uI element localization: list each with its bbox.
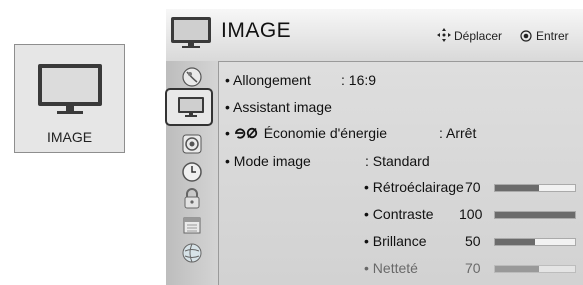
backlight-slider[interactable] bbox=[494, 184, 576, 192]
clock-icon[interactable] bbox=[181, 161, 203, 183]
move-hint: Déplacer bbox=[454, 29, 503, 43]
lock-icon[interactable] bbox=[181, 187, 203, 209]
brightness-slider[interactable] bbox=[494, 238, 576, 246]
setting-contrast[interactable]: • Contraste bbox=[364, 206, 434, 222]
image-thumbnail[interactable]: IMAGE bbox=[14, 44, 125, 153]
speaker-icon[interactable] bbox=[181, 133, 203, 155]
sharpness-value: 70 bbox=[465, 260, 481, 276]
setting-brightness[interactable]: • Brillance bbox=[364, 233, 427, 249]
setting-label: Rétroéclairage bbox=[372, 179, 464, 195]
slider-fill bbox=[495, 185, 539, 191]
eco-logo bbox=[234, 127, 257, 139]
brightness-value: 50 bbox=[465, 233, 481, 249]
setting-energy-saving-value: : Arrêt bbox=[439, 125, 477, 141]
bullet: • bbox=[364, 260, 373, 276]
globe-icon[interactable] bbox=[181, 242, 203, 264]
page-title: IMAGE bbox=[221, 19, 292, 42]
setting-label: Allongement bbox=[233, 72, 311, 88]
setting-picture-mode-value: : Standard bbox=[365, 153, 430, 169]
tv-icon bbox=[171, 17, 211, 48]
contrast-value: 100 bbox=[459, 206, 483, 222]
setting-aspect-ratio-value: : 16:9 bbox=[341, 72, 377, 88]
setting-picture-wizard[interactable]: • Assistant image bbox=[225, 99, 332, 115]
setting-label: Netteté bbox=[372, 260, 418, 276]
satellite-dish-icon[interactable] bbox=[181, 66, 203, 88]
slider-fill bbox=[495, 239, 535, 245]
backlight-value: 70 bbox=[465, 179, 481, 195]
contrast-slider[interactable] bbox=[494, 211, 576, 219]
setting-label: Économie d'énergie bbox=[263, 125, 387, 141]
slider-fill bbox=[495, 212, 575, 218]
bullet: • bbox=[225, 72, 234, 88]
category-sidebar bbox=[165, 61, 219, 285]
bullet: • bbox=[364, 179, 373, 195]
ok-button-icon bbox=[520, 30, 532, 42]
setting-sharpness[interactable]: • Netteté bbox=[364, 260, 418, 276]
dpad-icon bbox=[437, 28, 451, 42]
slider-fill bbox=[495, 266, 539, 272]
setting-label: Mode image bbox=[233, 153, 311, 169]
bullet: • bbox=[364, 233, 373, 249]
tv-icon[interactable] bbox=[177, 96, 205, 118]
setting-label: Assistant image bbox=[233, 99, 332, 115]
menu-header: IMAGE Déplacer Entrer bbox=[166, 9, 583, 62]
setting-label: Contraste bbox=[372, 206, 434, 222]
calendar-icon[interactable] bbox=[181, 214, 203, 236]
setting-label: Brillance bbox=[372, 233, 427, 249]
setting-energy-saving[interactable]: • Économie d'énergie bbox=[225, 125, 387, 141]
settings-menu: IMAGE Déplacer Entrer • Allongement: 16… bbox=[165, 9, 583, 285]
setting-picture-mode[interactable]: • Mode image bbox=[225, 153, 311, 169]
bullet: • bbox=[225, 125, 234, 141]
image-settings-list: • Allongement : 16:9 • Assistant image •… bbox=[219, 62, 583, 285]
thumbnail-label: IMAGE bbox=[46, 129, 93, 145]
sharpness-slider[interactable] bbox=[494, 265, 576, 273]
bullet: • bbox=[225, 153, 234, 169]
setting-aspect-ratio[interactable]: • Allongement bbox=[225, 72, 311, 88]
bullet: • bbox=[364, 206, 373, 222]
enter-hint: Entrer bbox=[536, 29, 569, 43]
bullet: • bbox=[225, 99, 234, 115]
setting-backlight[interactable]: • Rétroéclairage bbox=[364, 179, 464, 195]
tv-icon bbox=[38, 64, 102, 114]
